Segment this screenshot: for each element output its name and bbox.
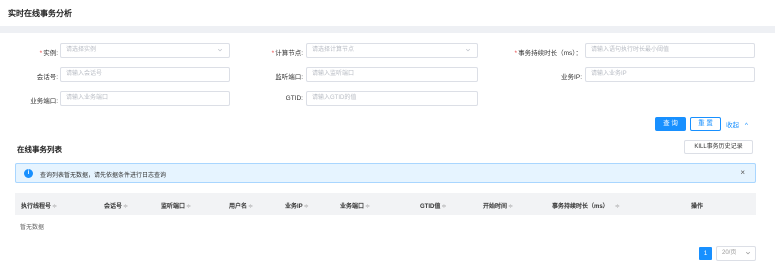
listen-port-label: 监听端口: [275, 74, 303, 81]
compute-node-select[interactable]: 请选择计算节点 [306, 43, 478, 58]
txn-duration-label: *事务持续时长（ms）： [514, 50, 582, 57]
biz-port-input[interactable]: 请输入业务端口 [60, 91, 230, 106]
biz-ip-label: 业务IP: [561, 74, 582, 81]
list-title: 在线事务列表 [17, 145, 62, 154]
column-header-actions: 操作 [691, 204, 704, 210]
biz-port-label: 业务端口: [30, 98, 58, 105]
chevron-down-icon [465, 48, 471, 52]
page-size-select[interactable]: 20/页 [716, 246, 756, 261]
column-header-session[interactable]: 会话号≑ [104, 201, 128, 210]
page-title: 实时在线事务分析 [8, 9, 72, 18]
collapse-toggle[interactable]: 收起 ^ [726, 119, 748, 129]
chevron-up-icon: ^ [744, 122, 748, 129]
instance-label: *实例: [39, 50, 58, 57]
chevron-down-icon [745, 251, 751, 255]
info-alert: i 查询列表暂无数据，请先依据条件进行日志查询 × [15, 163, 756, 183]
biz-ip-input[interactable]: 请输入业务IP [585, 67, 755, 82]
column-header-biz-ip[interactable]: 业务IP≑ [285, 201, 309, 210]
chevron-down-icon [217, 48, 223, 52]
alert-message: 查询列表暂无数据，请先依据条件进行日志查询 [40, 173, 167, 179]
instance-select[interactable]: 请选择实例 [60, 43, 230, 58]
header-divider [0, 26, 775, 33]
session-id-input[interactable]: 请输入会话号 [60, 67, 230, 82]
column-header-username[interactable]: 用户名≑ [229, 201, 253, 210]
column-header-duration[interactable]: 事务持续时长（ms） ≑ [552, 201, 620, 210]
reset-button[interactable]: 重 置 [690, 117, 721, 131]
compute-node-label: *计算节点: [271, 50, 303, 57]
listen-port-input[interactable]: 请输入监听端口 [306, 67, 478, 82]
session-id-label: 会话号: [36, 74, 58, 81]
column-header-listen-port[interactable]: 监听端口≑ [161, 201, 191, 210]
close-icon[interactable]: × [740, 168, 745, 177]
column-header-biz-port[interactable]: 业务端口≑ [340, 201, 370, 210]
info-icon: i [24, 169, 33, 178]
column-header-thread[interactable]: 执行线程号≑ [21, 201, 57, 210]
table-header: 执行线程号≑ 会话号≑ 监听端口≑ 用户名≑ 业务IP≑ 业务端口≑ GTID值… [15, 193, 756, 215]
empty-text: 暂无数据 [20, 225, 45, 231]
page-1-button[interactable]: 1 [699, 247, 712, 260]
query-button[interactable]: 查 询 [655, 117, 686, 131]
column-header-gtid[interactable]: GTID值≑ [420, 201, 446, 210]
column-header-start-time[interactable]: 开始时间≑ [483, 201, 513, 210]
kill-history-button[interactable]: KILL事务历史记录 [684, 140, 753, 154]
gtid-label: GTID: [285, 95, 303, 102]
gtid-input[interactable]: 请输入GTID的值 [306, 91, 478, 106]
txn-duration-input[interactable]: 请输入语句执行时长最小阈值 [585, 43, 755, 58]
